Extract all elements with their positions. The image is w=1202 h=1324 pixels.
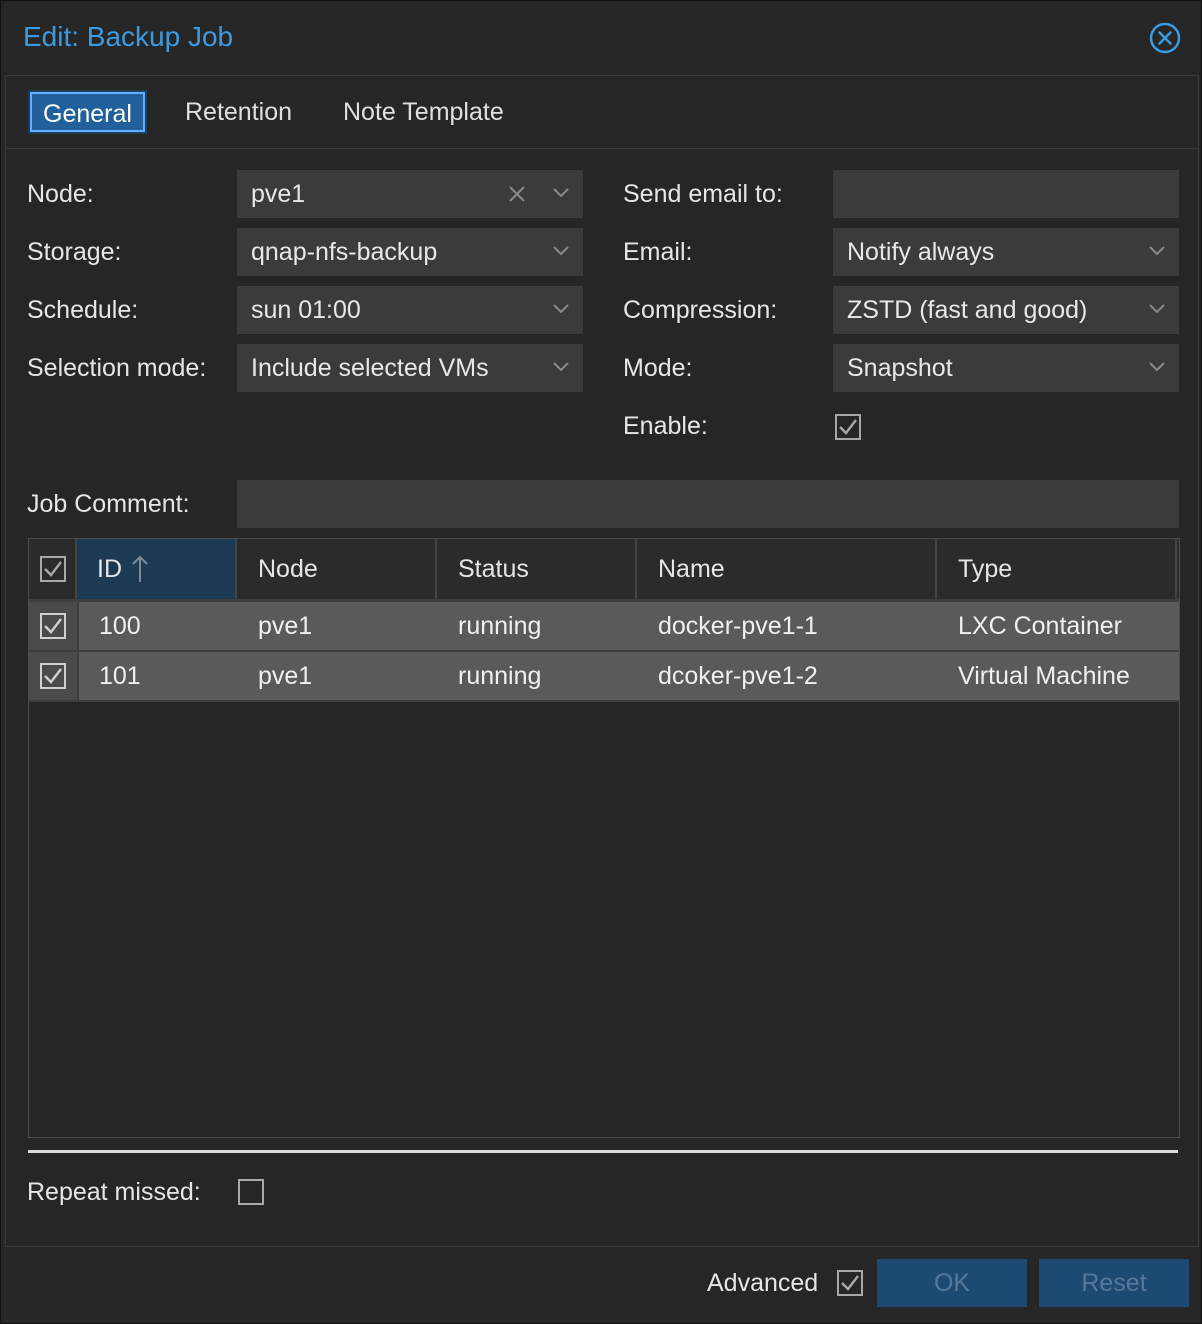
cell-status: running: [458, 612, 542, 640]
selection-mode-value: Include selected VMs: [251, 354, 489, 382]
schedule-select[interactable]: sun 01:00: [237, 286, 583, 334]
email-label: Email:: [623, 238, 693, 266]
column-header-name[interactable]: Name: [637, 539, 937, 599]
column-header-type[interactable]: Type: [937, 539, 1177, 599]
chevron-down-icon[interactable]: [553, 245, 569, 257]
chevron-down-icon[interactable]: [553, 303, 569, 315]
select-all-cell: [29, 539, 77, 599]
compression-value: ZSTD (fast and good): [847, 296, 1088, 324]
vm-grid: ID Node Status Name Type 100 pve1 runnin…: [28, 538, 1180, 1138]
row-checkbox[interactable]: [40, 613, 66, 639]
cell-node: pve1: [258, 662, 313, 690]
chevron-down-icon[interactable]: [1149, 245, 1165, 257]
enable-label: Enable:: [623, 412, 708, 440]
tab-bar: General Retention Note Template: [6, 76, 1198, 149]
email-select[interactable]: Notify always: [833, 228, 1179, 276]
compression-label: Compression:: [623, 296, 778, 324]
dialog-body: General Retention Note Template Node: pv…: [5, 75, 1199, 1247]
email-value: Notify always: [847, 238, 995, 266]
schedule-value: sun 01:00: [251, 296, 361, 324]
tab-general[interactable]: General: [30, 92, 145, 132]
dialog-titlebar: Edit: Backup Job: [1, 1, 1201, 75]
mode-label: Mode:: [623, 354, 693, 382]
backup-job-dialog: Edit: Backup Job General Retention Note …: [0, 0, 1202, 1324]
dialog-footer: Advanced OK Reset: [1, 1247, 1201, 1323]
clear-icon[interactable]: [507, 184, 527, 204]
schedule-label: Schedule:: [27, 296, 139, 324]
table-row[interactable]: 100 pve1 running docker-pve1-1 LXC Conta…: [29, 602, 1179, 652]
row-checkbox[interactable]: [40, 663, 66, 689]
chevron-down-icon[interactable]: [1149, 303, 1165, 315]
advanced-label: Advanced: [707, 1269, 819, 1297]
storage-value: qnap-nfs-backup: [251, 238, 438, 266]
chevron-down-icon[interactable]: [553, 187, 569, 199]
table-row[interactable]: 101 pve1 running dcoker-pve1-2 Virtual M…: [29, 652, 1179, 702]
repeat-missed-checkbox[interactable]: [238, 1179, 264, 1205]
cell-name: docker-pve1-1: [658, 612, 818, 640]
grid-header: ID Node Status Name Type: [29, 539, 1179, 602]
tab-retention[interactable]: Retention: [174, 92, 303, 132]
cell-type: LXC Container: [958, 612, 1122, 640]
mode-value: Snapshot: [847, 354, 953, 382]
close-icon[interactable]: [1149, 22, 1181, 54]
node-label: Node:: [27, 180, 94, 208]
column-header-status[interactable]: Status: [437, 539, 637, 599]
select-all-checkbox[interactable]: [40, 556, 66, 582]
grid-resize-handle[interactable]: [28, 1150, 1178, 1153]
cell-status: running: [458, 662, 542, 690]
advanced-checkbox[interactable]: [837, 1270, 863, 1296]
row-check-cell: [29, 652, 79, 700]
cell-id: 100: [99, 612, 141, 640]
compression-select[interactable]: ZSTD (fast and good): [833, 286, 1179, 334]
row-check-cell: [29, 602, 79, 650]
storage-label: Storage:: [27, 238, 122, 266]
job-comment-label: Job Comment:: [27, 490, 190, 518]
job-comment-input[interactable]: [237, 480, 1179, 528]
storage-select[interactable]: qnap-nfs-backup: [237, 228, 583, 276]
cell-node: pve1: [258, 612, 313, 640]
node-select[interactable]: pve1: [237, 170, 583, 218]
chevron-down-icon[interactable]: [1149, 361, 1165, 373]
dialog-title: Edit: Backup Job: [23, 21, 234, 52]
cell-type: Virtual Machine: [958, 662, 1130, 690]
column-header-node[interactable]: Node: [237, 539, 437, 599]
column-header-id[interactable]: ID: [77, 539, 237, 599]
cell-id: 101: [99, 662, 141, 690]
arrow-up-icon: [132, 555, 148, 582]
column-id-label: ID: [97, 555, 122, 583]
tab-note-template[interactable]: Note Template: [332, 92, 515, 132]
mode-select[interactable]: Snapshot: [833, 344, 1179, 392]
selection-mode-label: Selection mode:: [27, 354, 207, 382]
chevron-down-icon[interactable]: [553, 361, 569, 373]
selection-mode-select[interactable]: Include selected VMs: [237, 344, 583, 392]
send-email-label: Send email to:: [623, 180, 783, 208]
ok-button[interactable]: OK: [877, 1259, 1027, 1307]
node-value: pve1: [251, 180, 306, 208]
send-email-input[interactable]: [833, 170, 1179, 218]
enable-checkbox[interactable]: [835, 414, 861, 440]
cell-name: dcoker-pve1-2: [658, 662, 818, 690]
reset-button[interactable]: Reset: [1039, 1259, 1189, 1307]
repeat-missed-label: Repeat missed:: [27, 1178, 201, 1206]
